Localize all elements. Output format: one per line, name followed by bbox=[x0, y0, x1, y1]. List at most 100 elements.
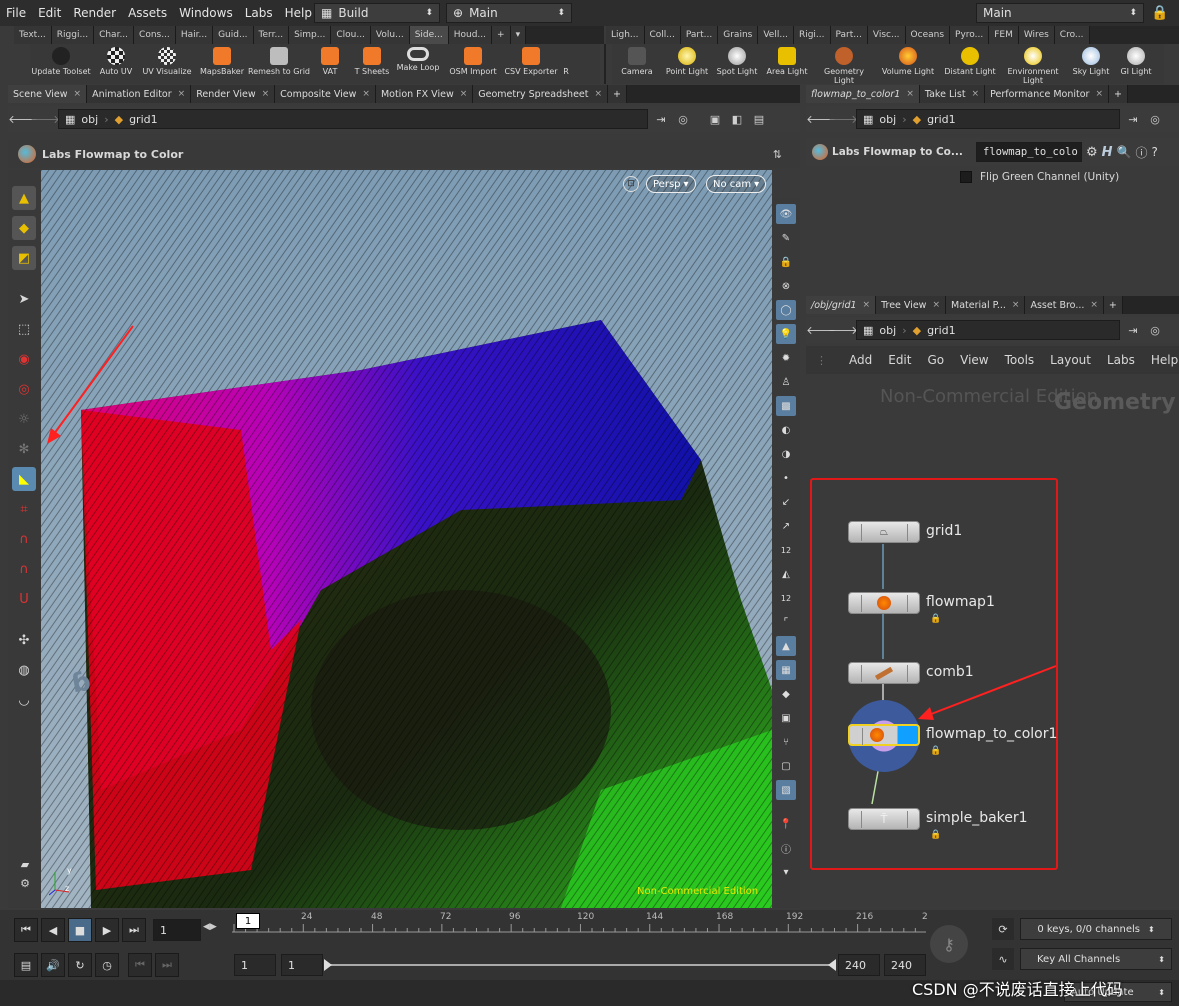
tab-network[interactable]: /obj/grid1 × bbox=[806, 296, 877, 314]
shelf-tab[interactable]: Char... bbox=[94, 26, 135, 44]
help-h-icon[interactable]: H bbox=[1102, 145, 1113, 160]
close-icon[interactable]: × bbox=[932, 300, 940, 310]
transform-icon[interactable]: ⬚ bbox=[12, 317, 36, 341]
magnet-icon[interactable]: ∩ bbox=[12, 557, 36, 581]
auto-uv-tool[interactable]: Auto UV bbox=[92, 44, 140, 76]
branch-icon[interactable]: ⑂ bbox=[776, 732, 796, 752]
display-icon[interactable]: ▤ bbox=[750, 110, 768, 128]
path-node[interactable]: grid1 bbox=[129, 113, 158, 126]
pin-icon[interactable]: ⇥ bbox=[1124, 110, 1142, 128]
shelf-tab[interactable]: Grains bbox=[718, 26, 759, 44]
tab-geometry-spreadsheet[interactable]: Geometry Spreadsheet × bbox=[473, 85, 609, 103]
paint-bucket-icon[interactable]: ◭ bbox=[776, 564, 796, 584]
stop-icon[interactable]: ■ bbox=[68, 918, 92, 942]
jump-end-icon[interactable]: ⏭ bbox=[122, 918, 146, 942]
light-icon[interactable]: 💡 bbox=[776, 324, 796, 344]
menu-labs[interactable]: Labs bbox=[239, 6, 279, 20]
net-menu-view[interactable]: View bbox=[952, 353, 996, 367]
net-menu-labs[interactable]: Labs bbox=[1099, 353, 1143, 367]
range-slider[interactable] bbox=[324, 958, 836, 972]
forward-arrow-icon[interactable]: 🡒 bbox=[828, 321, 858, 339]
shelf-tab[interactable]: Wires bbox=[1018, 26, 1055, 44]
shelf-tab[interactable]: Terr... bbox=[253, 26, 290, 44]
close-icon[interactable]: × bbox=[1095, 89, 1103, 99]
close-icon[interactable]: × bbox=[972, 89, 980, 99]
pin-icon[interactable]: ⇥ bbox=[1124, 321, 1142, 339]
flip-green-checkbox[interactable] bbox=[960, 171, 972, 183]
link-icon[interactable]: ◎ bbox=[674, 110, 692, 128]
menu-help[interactable]: Help bbox=[279, 6, 318, 20]
shelf-set-selector[interactable]: ⊕ Main ⬍ bbox=[446, 3, 572, 23]
graph-icon[interactable]: ∿ bbox=[992, 948, 1014, 970]
add-tab-icon[interactable]: + bbox=[1108, 85, 1128, 103]
link-icon[interactable]: ◎ bbox=[1146, 110, 1164, 128]
jump-start-icon[interactable]: ⏮ bbox=[14, 918, 38, 942]
uv-visualize-tool[interactable]: UV Visualize bbox=[140, 44, 194, 76]
tool-options-icon[interactable]: ⇅ bbox=[773, 148, 782, 161]
net-menu-go[interactable]: Go bbox=[919, 353, 952, 367]
info-icon[interactable]: ⓘ bbox=[1136, 144, 1148, 161]
node-grid1[interactable]: ⏢ bbox=[848, 521, 920, 543]
number-12b-icon[interactable]: 12 bbox=[776, 588, 796, 608]
keys-channels-display[interactable]: 0 keys, 0/0 channels ⬍ bbox=[1020, 918, 1172, 940]
shading-icon[interactable]: ◧ bbox=[728, 110, 746, 128]
add-shelf-tab-icon[interactable]: + bbox=[492, 26, 511, 44]
distant-light-tool[interactable]: Distant Light bbox=[940, 44, 1000, 76]
path-obj[interactable]: obj bbox=[879, 113, 896, 126]
update-toolset-tool[interactable]: Update Toolset bbox=[30, 44, 92, 76]
image-icon[interactable]: ▧ bbox=[776, 780, 796, 800]
current-frame-input[interactable]: 1 bbox=[153, 919, 201, 941]
uv-grid-icon[interactable]: ▦ bbox=[776, 660, 796, 680]
shelf-tab[interactable]: Volu... bbox=[370, 26, 410, 44]
menu-assets[interactable]: Assets bbox=[122, 6, 173, 20]
menu-file[interactable]: File bbox=[0, 6, 32, 20]
close-icon[interactable]: × bbox=[74, 89, 82, 99]
handle-icon[interactable]: ☼ bbox=[12, 407, 36, 431]
snap-icon[interactable]: ✎ bbox=[776, 228, 796, 248]
tab-composite-view[interactable]: Composite View × bbox=[275, 85, 376, 103]
render-icon[interactable]: ◑ bbox=[776, 444, 796, 464]
camera-icon[interactable]: ◐ bbox=[776, 420, 796, 440]
shelf-tab[interactable]: Coll... bbox=[644, 26, 681, 44]
remesh-to-grid-tool[interactable]: Remesh to Grid bbox=[248, 44, 310, 76]
magnet-curve-icon[interactable]: ∩ bbox=[12, 527, 36, 551]
shelf-menu-icon[interactable]: ▾ bbox=[510, 26, 527, 44]
param-path-field[interactable]: ▦ obj › ◆ grid1 bbox=[856, 109, 1120, 129]
sky-light-tool[interactable]: Sky Light bbox=[1066, 44, 1116, 76]
tab-animation-editor[interactable]: Animation Editor × bbox=[87, 85, 192, 103]
shelf-tab[interactable]: Pyro... bbox=[950, 26, 990, 44]
timeline-ruler[interactable]: 1 24 48 72 96 120 144 168 192 216 2 bbox=[232, 912, 928, 942]
tab-scene-view[interactable]: Scene View × bbox=[8, 85, 88, 103]
shelf-tab[interactable]: Oceans bbox=[905, 26, 951, 44]
clock-icon[interactable]: ◷ bbox=[95, 953, 119, 977]
shelf-tab-active[interactable]: Side... bbox=[409, 26, 449, 44]
tray-icon[interactable]: ▰ bbox=[21, 858, 29, 871]
shelf-tab[interactable]: Rigi... bbox=[793, 26, 831, 44]
magnet-crop-icon[interactable]: ⌗ bbox=[12, 497, 36, 521]
volume-light-tool[interactable]: Volume Light bbox=[876, 44, 940, 76]
move-icon[interactable]: ◆ bbox=[12, 216, 36, 240]
paint-icon[interactable]: ◩ bbox=[12, 246, 36, 270]
close-icon[interactable]: × bbox=[460, 89, 468, 99]
net-menu-add[interactable]: Add bbox=[841, 353, 880, 367]
geometry-light-tool[interactable]: Geometry Light bbox=[812, 44, 876, 85]
camera-menu[interactable]: No cam ▾ bbox=[706, 175, 767, 193]
forward-arrow-icon[interactable]: 🡒 bbox=[828, 110, 858, 128]
environment-light-tool[interactable]: Environment Light bbox=[1000, 44, 1066, 85]
pen-icon[interactable]: ↙ bbox=[776, 492, 796, 512]
range-end-handle[interactable] bbox=[828, 959, 836, 971]
close-icon[interactable]: × bbox=[1090, 300, 1098, 310]
node-simple-baker1[interactable]: ⍑ bbox=[848, 808, 920, 830]
right-shelf-set-selector[interactable]: Main ⬍ bbox=[976, 3, 1144, 23]
corner-icon[interactable]: ⌜ bbox=[776, 612, 796, 632]
gear-icon[interactable]: ⚙ bbox=[1086, 145, 1098, 160]
mountain-icon[interactable]: ▲ bbox=[776, 636, 796, 656]
select-icon[interactable]: ▲ bbox=[12, 186, 36, 210]
shelf-tab[interactable]: Visc... bbox=[867, 26, 906, 44]
r-tool[interactable]: R bbox=[560, 44, 572, 76]
xray-icon[interactable]: ⊗ bbox=[776, 276, 796, 296]
persp-menu[interactable]: Persp ▾ bbox=[646, 175, 696, 193]
node-comb1[interactable] bbox=[848, 662, 920, 684]
net-menu-help[interactable]: Help bbox=[1143, 353, 1179, 367]
tab-performance-monitor[interactable]: Performance Monitor × bbox=[985, 85, 1109, 103]
